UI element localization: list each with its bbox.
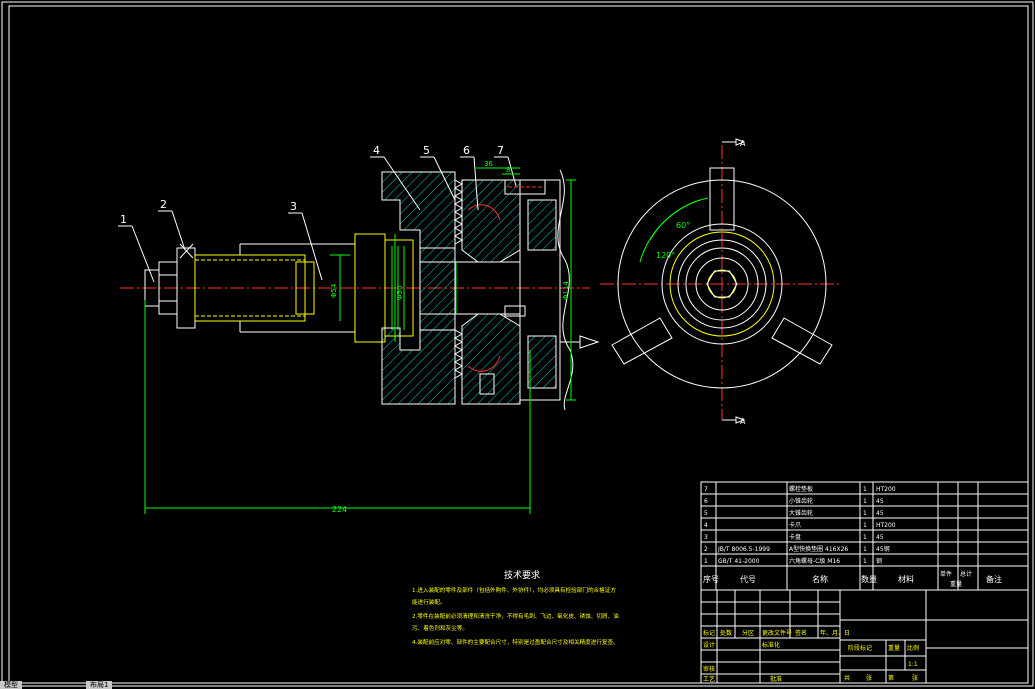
bom-cell-material: 45 bbox=[876, 510, 884, 517]
tb-weight: 重量 bbox=[888, 644, 900, 652]
tb-docno: 更改文件号 bbox=[762, 629, 792, 637]
tech-requirements: 技术要求 1.进入装配的零件及部件（包括外购件、外协件），均必须具有检验部门的合… bbox=[412, 569, 619, 646]
bom-cell-no: 6 bbox=[704, 498, 708, 505]
tech-title: 技术要求 bbox=[504, 569, 540, 581]
bom-cell-code: JB/T 8006.5-1999 bbox=[717, 546, 770, 553]
bom-cell-qty: 1 bbox=[863, 546, 867, 553]
tb-stage-mark: 阶段标记 bbox=[848, 644, 872, 652]
bom-cell-qty: 1 bbox=[863, 522, 867, 529]
tech-line-1: 1.进入装配的零件及部件（包括外购件、外协件），均必须具有检验部门的合格证方 bbox=[412, 586, 616, 594]
bom-cell-qty: 1 bbox=[863, 558, 867, 565]
bom-cell-name: A型快换垫圈 416X26 bbox=[789, 545, 848, 553]
bom-header: 序号 代号 名称 数量 材料 单件 总计 重量 备注 bbox=[703, 570, 1002, 588]
balloon-4: 4 bbox=[373, 144, 380, 157]
bom-cell-qty: 1 bbox=[863, 534, 867, 541]
balloon-2: 2 bbox=[160, 198, 167, 211]
tech-line-2: 能进行装配。 bbox=[412, 598, 446, 606]
bom-rows: 7 螺栓垫板 1 HT200 6 小锥齿轮 1 45 5 大锥齿轮 1 45 4 卡爪 1 HT200 3 卡盘 1… bbox=[701, 485, 1028, 567]
bom-cell-no: 3 bbox=[704, 534, 708, 541]
bom-cell-no: 1 bbox=[704, 558, 708, 565]
tb-marks: 标记 bbox=[703, 629, 715, 637]
tb-approve: 批准 bbox=[770, 675, 782, 683]
bom-cell-no: 4 bbox=[704, 522, 708, 529]
side-view bbox=[600, 138, 840, 424]
layout-tabs: 模型 布局1 bbox=[0, 681, 200, 689]
dim-dia-right: Φ114 bbox=[562, 281, 570, 300]
bom-h-single: 单件 bbox=[940, 570, 952, 578]
bom-cell-qty: 1 bbox=[863, 486, 867, 493]
tb-scale: 比例 bbox=[907, 644, 919, 652]
tb-sign: 签名 bbox=[795, 629, 807, 637]
tb-total: 共 bbox=[844, 674, 850, 682]
angle-60: 60° bbox=[676, 221, 690, 230]
tb-sheets: 张 bbox=[866, 674, 872, 682]
bom-cell-material: 45钢 bbox=[876, 545, 890, 553]
bom-h-note: 备注 bbox=[986, 574, 1002, 584]
bom-cell-material: 钢 bbox=[876, 557, 882, 565]
dim-small: 8 bbox=[506, 166, 510, 174]
section-view bbox=[120, 169, 600, 411]
bom-h-no: 序号 bbox=[703, 574, 719, 584]
bom-cell-no: 7 bbox=[704, 486, 708, 493]
bom-cell-material: 45 bbox=[876, 498, 884, 505]
bom-h-material: 材料 bbox=[898, 574, 914, 584]
dim-overall: 224 bbox=[332, 505, 347, 514]
tb-count: 处数 bbox=[720, 629, 732, 637]
balloon-5: 5 bbox=[423, 144, 430, 157]
dim-top: 36 bbox=[484, 160, 493, 168]
bom-cell-no: 2 bbox=[704, 546, 708, 553]
bom-cell-name: 小锥齿轮 bbox=[789, 497, 813, 505]
balloon-7: 7 bbox=[497, 144, 504, 157]
bom-h-code: 代号 bbox=[740, 574, 756, 584]
bom-cell-material: 45 bbox=[876, 534, 884, 541]
tb-review: 审核 bbox=[703, 665, 715, 673]
tb-sheet: 张 bbox=[912, 674, 918, 682]
bom-cell-name: 螺栓垫板 bbox=[789, 485, 813, 493]
bom-cell-name: 六角螺母-C级 M16 bbox=[789, 557, 840, 565]
tb-page: 第 bbox=[888, 674, 894, 682]
bom-h-qty: 数量 bbox=[861, 574, 877, 584]
bom-cell-name: 大锥齿轮 bbox=[789, 509, 813, 517]
section-a-bottom: A bbox=[740, 417, 746, 426]
bom-h-weight: 重量 bbox=[950, 580, 962, 588]
tb-zone: 分区 bbox=[742, 629, 754, 637]
dim-dia-left: Φ54 bbox=[330, 283, 338, 298]
tech-line-4: 污、着色剂和灰尘等。 bbox=[412, 624, 468, 632]
bom-cell-material: HT200 bbox=[876, 486, 896, 493]
cad-drawing-canvas[interactable]: 1 2 3 4 5 6 7 224 36 8 Φ54 Φ50 Φ114 60° … bbox=[0, 0, 1035, 689]
tab-layout1[interactable]: 布局1 bbox=[86, 681, 113, 689]
tech-line-3: 2.零件在装配前必须清理和清洗干净，不得有毛刺、飞边、氧化皮、锈蚀、切屑、油 bbox=[412, 612, 619, 620]
bom-cell-qty: 1 bbox=[863, 510, 867, 517]
tb-date: 年、月、日 bbox=[820, 629, 850, 637]
bom-cell-qty: 1 bbox=[863, 498, 867, 505]
tb-standard: 标准化 bbox=[762, 641, 780, 649]
bom-cell-name: 卡盘 bbox=[789, 533, 801, 541]
tb-process: 工艺 bbox=[703, 675, 715, 683]
section-a-top: A bbox=[740, 139, 746, 148]
bom-h-name: 名称 bbox=[812, 574, 828, 584]
bom-h-total: 总计 bbox=[960, 570, 972, 578]
bom-cell-code: GB/T 41-2000 bbox=[718, 558, 760, 565]
tb-design: 设计 bbox=[703, 641, 715, 649]
tech-line-5: 4.装配前应对零、部件的主要配合尺寸，特别是过盈配合尺寸及相关精度进行复查。 bbox=[412, 638, 619, 646]
dim-dia-mid: Φ50 bbox=[396, 286, 404, 300]
tab-model[interactable]: 模型 bbox=[0, 681, 22, 689]
balloon-3: 3 bbox=[290, 200, 297, 213]
bom-cell-name: 卡爪 bbox=[789, 521, 801, 529]
bom-cell-no: 5 bbox=[704, 510, 708, 517]
tb-scale-val: 1:1 bbox=[908, 661, 918, 668]
angle-120: 120° bbox=[656, 251, 675, 260]
balloon-6: 6 bbox=[463, 144, 470, 157]
balloon-1: 1 bbox=[120, 213, 127, 226]
bom-cell-material: HT200 bbox=[876, 522, 896, 529]
